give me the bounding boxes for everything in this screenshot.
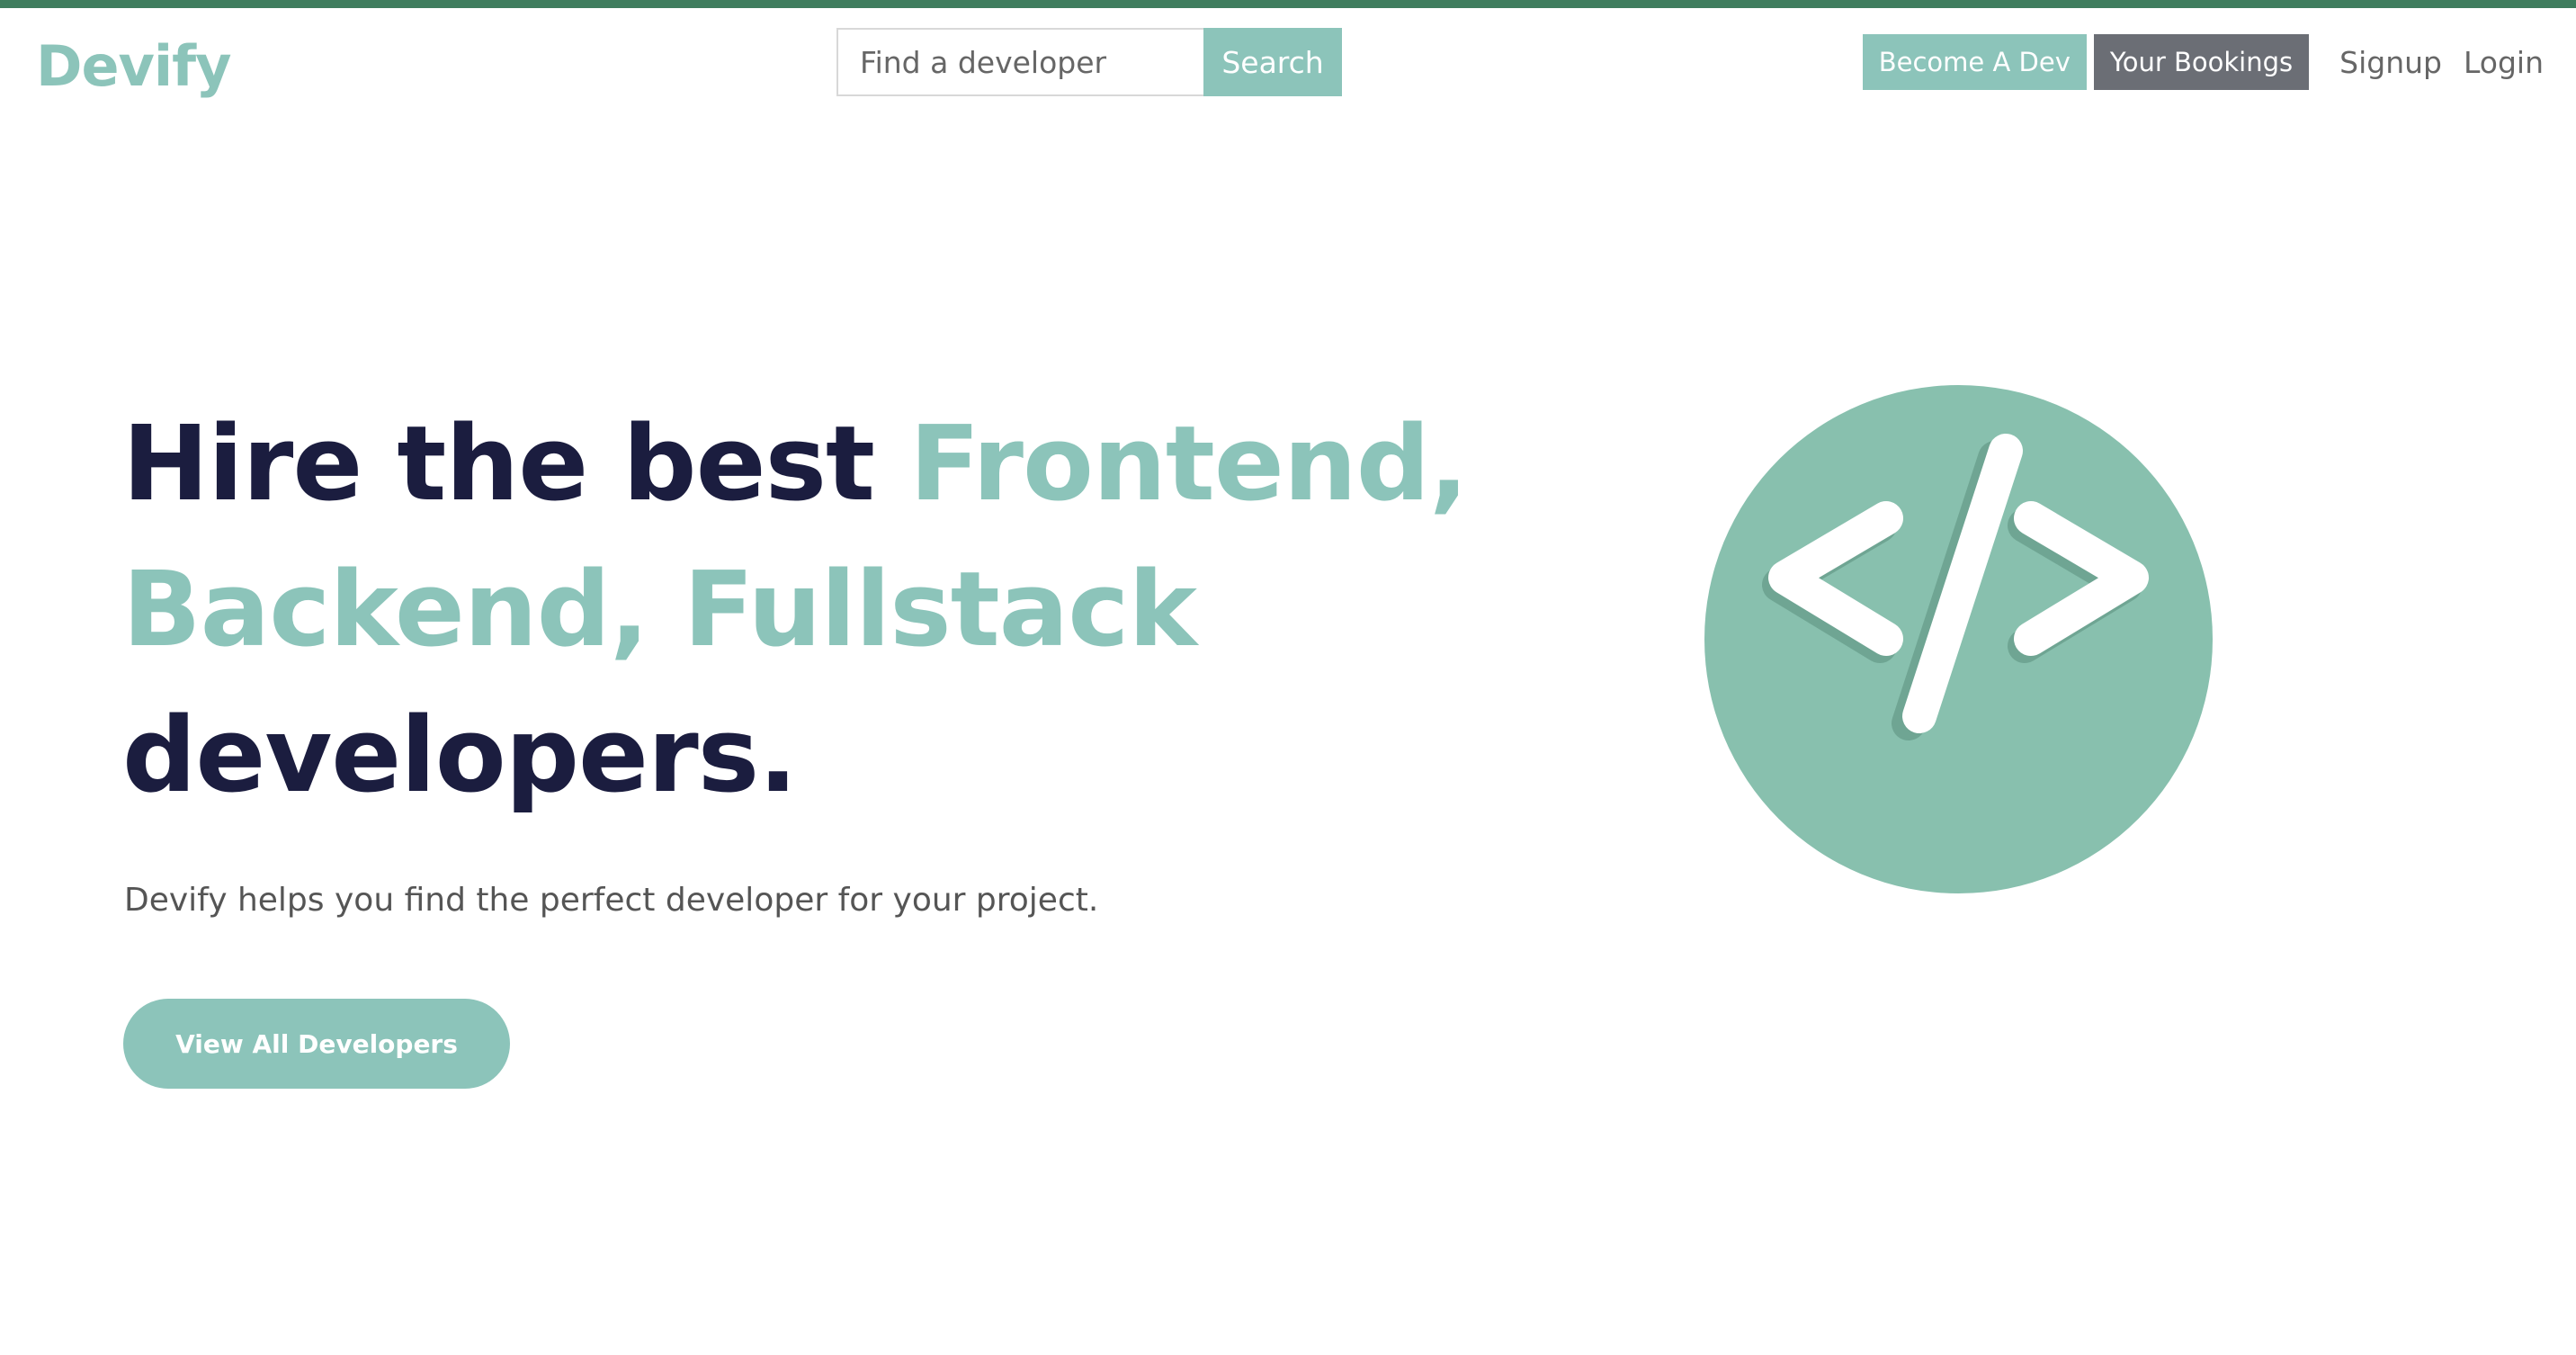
- signup-link[interactable]: Signup: [2339, 45, 2442, 80]
- hero-heading-start: Hire the best: [122, 404, 910, 525]
- code-icon: [1704, 385, 2213, 893]
- login-link[interactable]: Login: [2464, 45, 2544, 80]
- search-button[interactable]: Search: [1203, 28, 1342, 96]
- your-bookings-button[interactable]: Your Bookings: [2093, 34, 2310, 90]
- hero-heading: Hire the best Frontend, Backend, Fullsta…: [122, 391, 1471, 829]
- top-accent-bar: [0, 0, 2576, 8]
- view-all-developers-button[interactable]: View All Developers: [123, 999, 510, 1089]
- hero-subtitle: Devify helps you find the perfect develo…: [124, 882, 1099, 919]
- search-input[interactable]: [836, 28, 1203, 96]
- become-dev-button[interactable]: Become A Dev: [1862, 34, 2087, 90]
- navbar: Devify Search Become A Dev Your Bookings…: [0, 8, 2576, 116]
- brand-logo[interactable]: Devify: [36, 26, 232, 107]
- search-form: Search: [836, 28, 1342, 96]
- nav-actions: Become A Dev Your Bookings Signup Login: [1862, 34, 2554, 90]
- hero-heading-end: developers.: [122, 695, 798, 816]
